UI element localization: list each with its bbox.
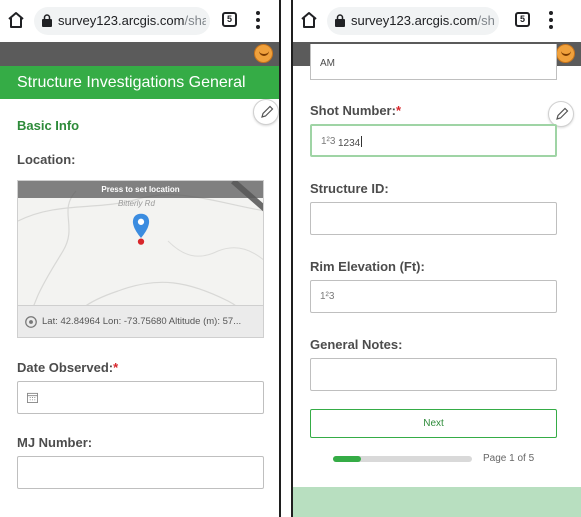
survey-toolbar bbox=[0, 42, 279, 66]
date-observed-label-text: Date Observed: bbox=[17, 360, 114, 375]
calendar-icon bbox=[27, 392, 38, 403]
previous-field-input[interactable]: AM bbox=[310, 44, 557, 80]
home-icon[interactable] bbox=[6, 10, 26, 30]
text-cursor bbox=[361, 136, 363, 147]
location-pin-icon[interactable] bbox=[132, 211, 150, 247]
url-path: /share bbox=[477, 13, 495, 28]
map-coordinates: Lat: 42.84964 Lon: -73.75680 Altitude (m… bbox=[18, 305, 263, 337]
screen-divider bbox=[281, 0, 291, 517]
previous-field-value: AM bbox=[320, 58, 335, 69]
rim-elevation-input[interactable]: 1²3 bbox=[310, 280, 557, 313]
mj-number-input[interactable] bbox=[17, 456, 264, 489]
section-title-basic-info: Basic Info bbox=[17, 118, 80, 133]
mj-number-label: MJ Number: bbox=[17, 435, 93, 450]
map-road-label: Bitterly Rd bbox=[118, 199, 155, 208]
general-notes-input[interactable] bbox=[310, 358, 557, 391]
location-map[interactable]: Press to set location Bitterly Rd Lat: 4… bbox=[17, 180, 264, 338]
shot-number-label: Shot Number:* bbox=[310, 103, 401, 118]
right-phone-screen: survey123.arcgis.com/share 5 AM Shot Num… bbox=[291, 0, 581, 517]
shot-number-value: 1234 bbox=[338, 136, 363, 149]
numeric-keypad-icon: 1²3 bbox=[321, 136, 336, 147]
url-text: survey123.arcgis.com/share bbox=[58, 13, 206, 28]
shot-number-input[interactable]: 1²3 1234 bbox=[310, 124, 557, 157]
left-phone-screen: survey123.arcgis.com/share 5 Structure I… bbox=[0, 0, 281, 517]
next-button[interactable]: Next bbox=[310, 409, 557, 438]
survey-title: Structure Investigations General bbox=[0, 66, 279, 99]
home-icon[interactable] bbox=[299, 10, 319, 30]
user-avatar[interactable] bbox=[556, 44, 575, 63]
location-label: Location: bbox=[17, 152, 76, 167]
user-avatar[interactable] bbox=[254, 44, 273, 63]
url-text: survey123.arcgis.com/share bbox=[351, 13, 495, 28]
required-mark: * bbox=[395, 103, 402, 118]
pencil-icon bbox=[556, 107, 569, 120]
pencil-icon bbox=[261, 105, 274, 118]
rim-elevation-label: Rim Elevation (Ft): bbox=[310, 259, 425, 274]
url-path: /share bbox=[184, 13, 206, 28]
map-coordinates-text: Lat: 42.84964 Lon: -73.75680 Altitude (m… bbox=[42, 316, 242, 327]
general-notes-label: General Notes: bbox=[310, 337, 403, 352]
browser-chrome: survey123.arcgis.com/share 5 bbox=[0, 0, 279, 42]
lock-icon bbox=[42, 14, 52, 27]
shot-number-text: 1234 bbox=[338, 138, 361, 149]
url-bar[interactable]: survey123.arcgis.com/share bbox=[34, 7, 210, 35]
footer-band bbox=[293, 487, 581, 517]
tab-count-button[interactable]: 5 bbox=[222, 12, 237, 27]
page-indicator: Page 1 of 5 bbox=[483, 453, 535, 464]
lock-icon bbox=[335, 14, 345, 27]
map-banner[interactable]: Press to set location bbox=[18, 181, 263, 198]
shot-number-label-text: Shot Number: bbox=[310, 103, 396, 118]
numeric-keypad-icon: 1²3 bbox=[320, 291, 335, 302]
gps-icon[interactable] bbox=[24, 315, 38, 329]
required-mark: * bbox=[113, 360, 119, 375]
browser-chrome: survey123.arcgis.com/share 5 bbox=[293, 0, 581, 42]
browser-menu-icon[interactable] bbox=[549, 11, 553, 29]
url-bar[interactable]: survey123.arcgis.com/share bbox=[327, 7, 499, 35]
page-progress-fill bbox=[333, 456, 361, 462]
structure-id-label: Structure ID: bbox=[310, 181, 389, 196]
url-host: survey123.arcgis.com bbox=[351, 13, 478, 28]
page-progress-bar bbox=[333, 456, 472, 462]
browser-menu-icon[interactable] bbox=[256, 11, 260, 29]
url-host: survey123.arcgis.com bbox=[58, 13, 185, 28]
tab-count-button[interactable]: 5 bbox=[515, 12, 530, 27]
edit-button[interactable] bbox=[253, 99, 279, 125]
date-observed-input[interactable] bbox=[17, 381, 264, 414]
date-observed-label: Date Observed:* bbox=[17, 360, 118, 375]
structure-id-input[interactable] bbox=[310, 202, 557, 235]
